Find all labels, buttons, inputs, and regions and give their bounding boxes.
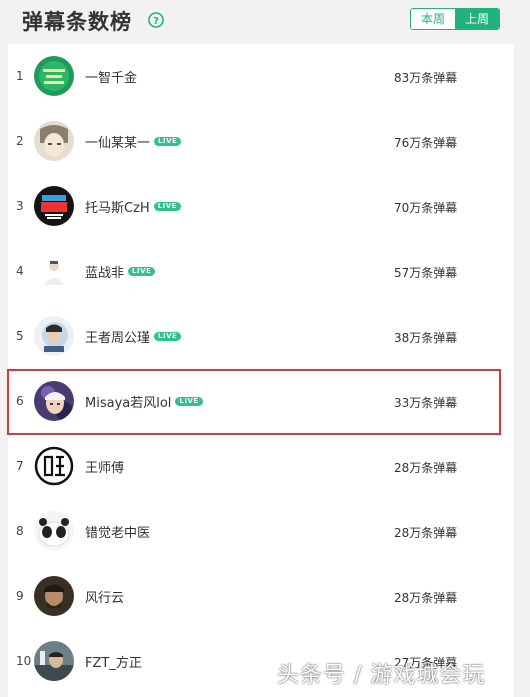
rank-number: 3: [16, 199, 24, 213]
avatar[interactable]: [34, 446, 74, 486]
tab-last-week[interactable]: 上周: [455, 9, 499, 29]
danmu-count: 83万条弹幕: [394, 71, 458, 85]
help-icon[interactable]: ?: [148, 12, 164, 28]
danmu-count: 28万条弹幕: [394, 461, 458, 475]
leaderboard-header: 弹幕条数榜 ? 本周 上周: [0, 0, 530, 44]
rank-number: 10: [16, 654, 32, 668]
live-badge: LIVE: [128, 267, 156, 276]
streamer-name-wrap: 托马斯CzH LIVE: [85, 197, 181, 216]
streamer-name[interactable]: 错觉老中医: [85, 522, 150, 541]
ranking-row[interactable]: 5 王者周公瑾 LIVE 38万条弹幕: [8, 304, 514, 369]
streamer-name-wrap: 错觉老中医: [85, 522, 150, 541]
ranking-row[interactable]: 9 风行云 28万条弹幕: [8, 564, 514, 629]
streamer-name-wrap: 一智千金: [85, 67, 137, 86]
danmu-count: 70万条弹幕: [394, 201, 458, 215]
streamer-name[interactable]: 托马斯CzH: [85, 197, 150, 216]
highlight-box: [7, 369, 501, 435]
streamer-name-wrap: 蓝战非 LIVE: [85, 262, 156, 281]
rank-number: 9: [16, 589, 24, 603]
svg-text:?: ?: [153, 16, 159, 27]
streamer-name[interactable]: 王师傅: [85, 457, 124, 476]
streamer-name[interactable]: 蓝战非: [85, 262, 124, 281]
rank-number: 7: [16, 459, 24, 473]
avatar[interactable]: [34, 186, 74, 226]
avatar[interactable]: [34, 56, 74, 96]
leaderboard-panel: 弹幕条数榜 ? 本周 上周 1 一智千金 83万条弹幕 2 一仙某某一 LIVE…: [0, 0, 530, 697]
rank-number: 4: [16, 264, 24, 278]
danmu-count: 57万条弹幕: [394, 266, 458, 280]
live-badge: LIVE: [153, 202, 181, 211]
tab-this-week[interactable]: 本周: [411, 9, 455, 29]
week-toggle: 本周 上周: [410, 8, 500, 30]
streamer-name[interactable]: FZT_方正: [85, 652, 142, 671]
avatar[interactable]: [34, 316, 74, 356]
rank-number: 8: [16, 524, 24, 538]
streamer-name[interactable]: 一智千金: [85, 67, 137, 86]
avatar[interactable]: [34, 511, 74, 551]
streamer-name[interactable]: 风行云: [85, 587, 124, 606]
danmu-count: 28万条弹幕: [394, 591, 458, 605]
ranking-row[interactable]: 8 错觉老中医 28万条弹幕: [8, 499, 514, 564]
danmu-count: 28万条弹幕: [394, 526, 458, 540]
avatar[interactable]: [34, 641, 74, 681]
rank-number: 2: [16, 134, 24, 148]
watermark: 头条号 / 游戏城会玩: [277, 663, 486, 688]
live-badge: LIVE: [154, 137, 182, 146]
streamer-name[interactable]: 一仙某某一: [85, 132, 150, 151]
streamer-name-wrap: 一仙某某一 LIVE: [85, 132, 182, 151]
streamer-name-wrap: 王者周公瑾 LIVE: [85, 327, 182, 346]
rank-number: 1: [16, 69, 24, 83]
danmu-count: 76万条弹幕: [394, 136, 458, 150]
ranking-row[interactable]: 1 一智千金 83万条弹幕: [8, 44, 514, 109]
streamer-name-wrap: 王师傅: [85, 457, 124, 476]
ranking-row[interactable]: 4 蓝战非 LIVE 57万条弹幕: [8, 239, 514, 304]
rank-number: 5: [16, 329, 24, 343]
live-badge: LIVE: [154, 332, 182, 341]
avatar[interactable]: [34, 576, 74, 616]
avatar[interactable]: [34, 251, 74, 291]
avatar[interactable]: [34, 121, 74, 161]
ranking-row[interactable]: 7 王师傅 28万条弹幕: [8, 434, 514, 499]
leaderboard-title: 弹幕条数榜: [22, 10, 132, 34]
ranking-row[interactable]: 3 托马斯CzH LIVE 70万条弹幕: [8, 174, 514, 239]
streamer-name-wrap: FZT_方正: [85, 652, 142, 671]
streamer-name[interactable]: 王者周公瑾: [85, 327, 150, 346]
ranking-row[interactable]: 2 一仙某某一 LIVE 76万条弹幕: [8, 109, 514, 174]
danmu-count: 38万条弹幕: [394, 331, 458, 345]
streamer-name-wrap: 风行云: [85, 587, 124, 606]
